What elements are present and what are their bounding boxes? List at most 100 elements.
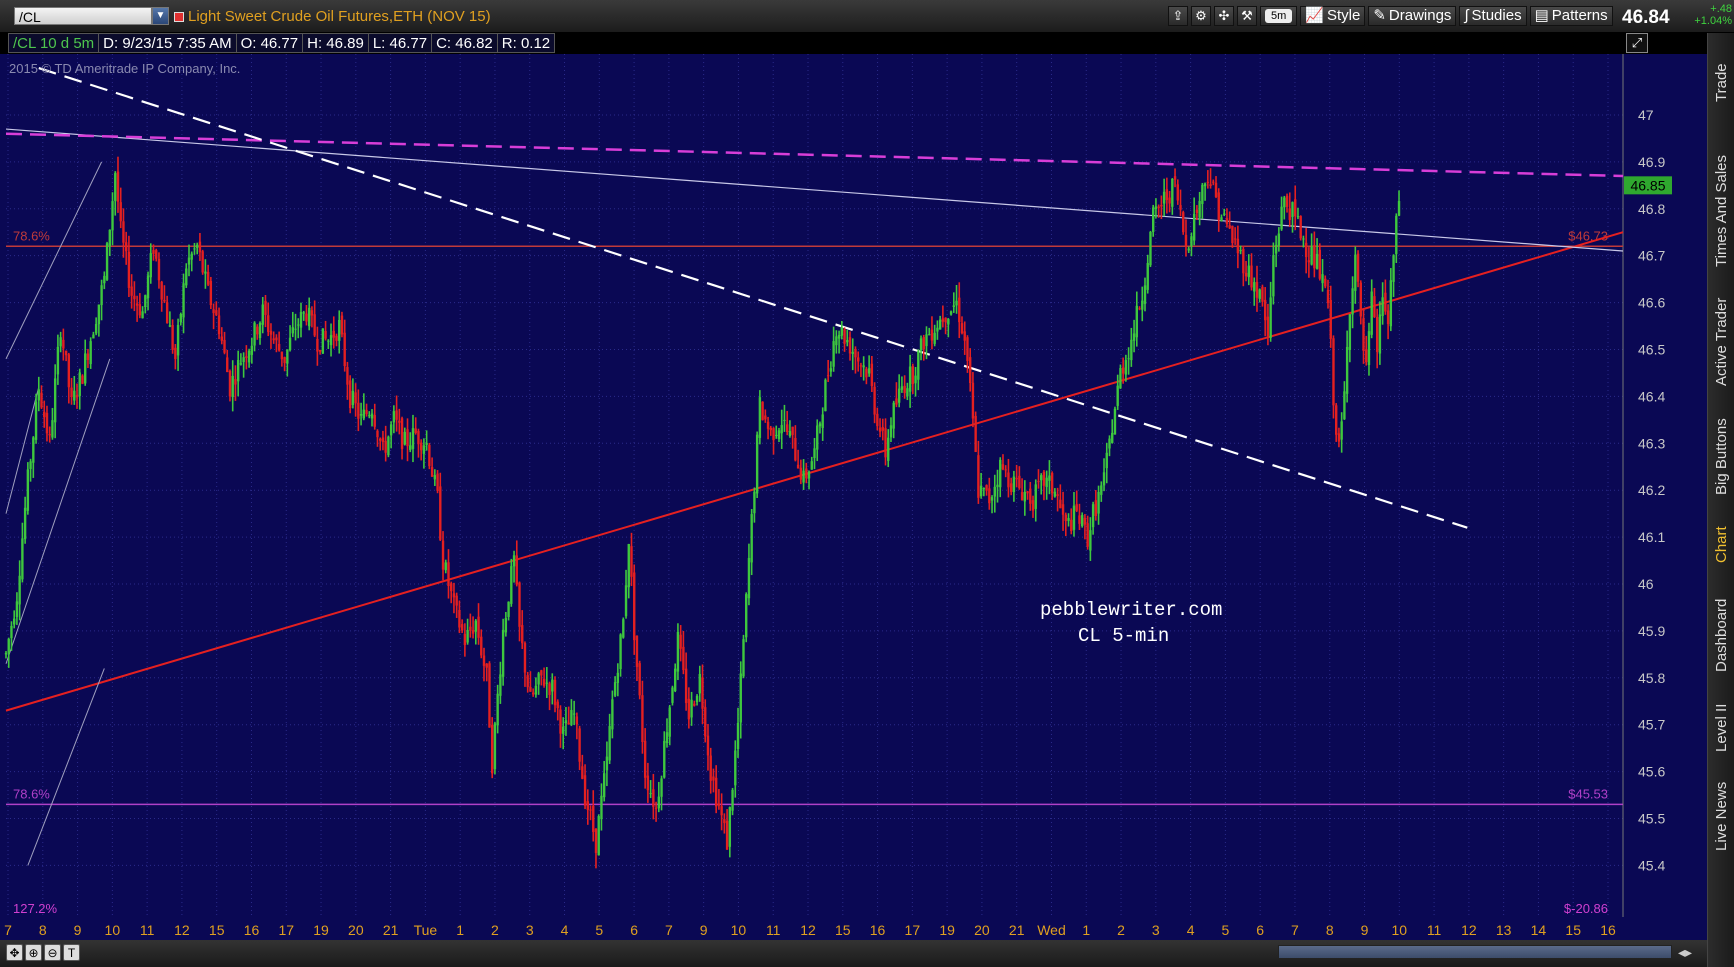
flag-icon[interactable] — [174, 12, 184, 22]
tab-dashboard[interactable]: Dashboard — [1708, 585, 1734, 685]
candle-body — [810, 461, 813, 470]
studies-button[interactable]: ∫ Studies — [1459, 6, 1527, 26]
candle-body — [635, 635, 639, 667]
candle-body — [138, 304, 142, 316]
candle-body — [228, 370, 232, 397]
time-scrollbar[interactable] — [1278, 945, 1672, 959]
crosshair-icon[interactable]: ✣ — [1214, 6, 1234, 26]
candle-body — [458, 610, 461, 628]
candle-body — [775, 434, 778, 436]
candle-body — [862, 365, 865, 368]
candle-body — [1045, 477, 1048, 487]
candle-body — [1143, 285, 1147, 304]
candle-body — [398, 420, 401, 423]
share-icon[interactable]: ⇪ — [1168, 6, 1188, 26]
candle-body — [157, 258, 161, 281]
y-tick-label: 45.8 — [1638, 670, 1665, 686]
tab-active-trader[interactable]: Active Trader — [1708, 287, 1734, 397]
expand-icon[interactable]: ⤢ — [1626, 33, 1648, 53]
drawings-label: Drawings — [1388, 7, 1452, 24]
y-tick-label: 46.6 — [1638, 295, 1665, 311]
y-tick-label: 47 — [1638, 107, 1654, 123]
candle-body — [499, 674, 502, 696]
symbol-dropdown-icon[interactable]: ▼ — [152, 7, 169, 25]
candle-body — [480, 636, 483, 656]
candle-body — [1280, 206, 1283, 230]
last-price: 46.84 — [1622, 7, 1670, 28]
candle-body — [78, 372, 81, 396]
candle-body — [1138, 308, 1141, 310]
candle-body — [294, 328, 297, 330]
x-tick-label: 2 — [491, 922, 499, 938]
candle-body — [1307, 260, 1311, 263]
candle-body — [1124, 360, 1128, 375]
candle-body — [592, 805, 595, 832]
candle-body — [466, 630, 469, 643]
candle-body — [982, 488, 986, 490]
tab-big-buttons[interactable]: Big Buttons — [1708, 409, 1734, 505]
pan-icon[interactable]: ✥ — [6, 944, 23, 961]
candle-body — [772, 428, 775, 441]
x-tick-label: 11 — [1427, 922, 1442, 938]
candle-body — [572, 713, 576, 715]
info-symbol-period[interactable]: /CL 10 d 5m — [8, 33, 100, 53]
candle-body — [1288, 208, 1291, 220]
tab-chart[interactable]: Chart — [1708, 515, 1734, 575]
candle-body — [1130, 339, 1133, 361]
candle-body — [1171, 178, 1174, 207]
zoom-out-icon[interactable]: ⊖ — [44, 944, 61, 961]
candle-body — [712, 776, 715, 781]
x-tick-label: 9 — [700, 922, 708, 938]
candle-body — [327, 340, 330, 342]
fib-level-price: $45.53 — [1568, 786, 1608, 801]
candle-body — [769, 427, 772, 431]
candle-body — [299, 312, 303, 328]
candle-body — [116, 171, 120, 202]
drawings-button[interactable]: ✎ Drawings — [1368, 6, 1457, 26]
gear-icon[interactable]: ⚙ — [1191, 6, 1211, 26]
candle-body — [537, 673, 540, 685]
interval-button[interactable]: 5m — [1260, 6, 1298, 26]
candle-body — [504, 618, 508, 633]
candle-body — [745, 594, 748, 638]
candle-body — [758, 397, 762, 438]
candle-body — [469, 626, 472, 631]
candle-body — [256, 326, 259, 335]
candle-body — [321, 328, 325, 354]
patterns-button[interactable]: ▤ Patterns — [1529, 6, 1613, 26]
style-button[interactable]: 📈 Style — [1300, 6, 1366, 26]
symbol-input[interactable]: /CL — [14, 7, 152, 25]
candle-body — [1160, 204, 1163, 207]
candle-body — [578, 728, 581, 762]
candle-body — [15, 601, 19, 617]
candle-body — [889, 425, 893, 438]
tab-live-news[interactable]: Live News — [1708, 771, 1734, 861]
candle-body — [531, 692, 535, 695]
candle-body — [215, 310, 218, 316]
candle-body — [59, 337, 62, 347]
tab-times-and-sales[interactable]: Times And Sales — [1708, 145, 1734, 277]
candle-body — [665, 732, 669, 744]
tab-trade[interactable]: Trade — [1708, 41, 1734, 125]
candle-body — [941, 318, 945, 322]
candle-body — [1029, 488, 1032, 504]
wrench-icon[interactable]: ⚒ — [1237, 6, 1257, 26]
candle-body — [835, 336, 838, 346]
candle-body — [1089, 530, 1092, 551]
cursor-icon[interactable]: T — [63, 944, 80, 961]
candle-body — [1395, 215, 1398, 254]
candle-body — [1370, 291, 1373, 335]
candle-body — [884, 428, 887, 458]
candle-body — [201, 251, 204, 273]
tab-level-ii[interactable]: Level II — [1708, 693, 1734, 763]
scroll-left-icon[interactable]: ◂▸ — [1678, 944, 1692, 961]
candle-body — [253, 322, 256, 346]
zoom-in-icon[interactable]: ⊕ — [25, 944, 42, 961]
candle-body — [359, 414, 363, 416]
candle-body — [4, 652, 8, 655]
info-range: R: 0.12 — [496, 33, 556, 53]
candle-body — [343, 332, 346, 366]
candle-body — [654, 807, 658, 809]
x-tick-label: 19 — [313, 922, 329, 938]
price-chart[interactable]: 78.6% $46.73 78.6% $45.53 127.2% $-20.86 46.8… — [0, 0, 1734, 967]
